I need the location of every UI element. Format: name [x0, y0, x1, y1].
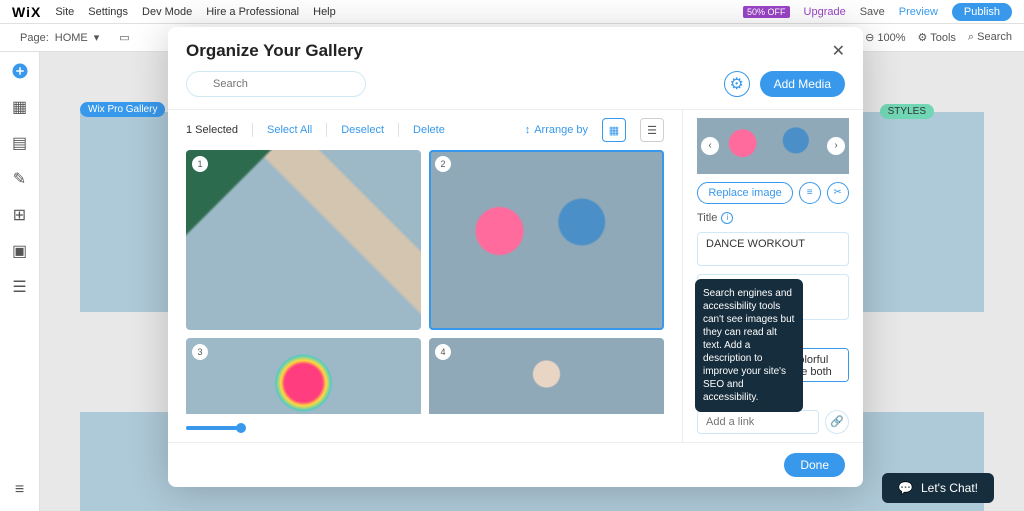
- menu-site[interactable]: Site: [55, 6, 74, 18]
- save-link[interactable]: Save: [860, 6, 885, 18]
- link-icon[interactable]: 🔗: [825, 410, 849, 434]
- gallery-thumb-3[interactable]: 3: [186, 338, 421, 414]
- design-icon[interactable]: ✎: [11, 170, 29, 188]
- gallery-thumb-1[interactable]: 1: [186, 150, 421, 330]
- zoom-level[interactable]: ⊖ 100%: [865, 31, 905, 44]
- title-input[interactable]: [697, 232, 849, 266]
- modal-title: Organize Your Gallery: [186, 41, 363, 61]
- menu-help[interactable]: Help: [313, 6, 336, 18]
- add-icon[interactable]: [11, 62, 29, 80]
- gallery-tag: Wix Pro Gallery: [80, 102, 165, 117]
- done-button[interactable]: Done: [784, 453, 845, 477]
- organize-gallery-modal: Search engines and accessibility tools c…: [168, 27, 863, 487]
- chat-icon: 💬: [898, 481, 913, 495]
- preview-image: ‹ ›: [697, 118, 849, 174]
- sections-icon[interactable]: ▦: [11, 98, 29, 116]
- chat-button[interactable]: 💬 Let's Chat!: [882, 473, 994, 503]
- page-selector[interactable]: Page: HOME ▾: [12, 29, 107, 46]
- menu-devmode[interactable]: Dev Mode: [142, 6, 192, 18]
- select-all-link[interactable]: Select All: [267, 124, 312, 136]
- gallery-thumb-2[interactable]: 2: [429, 150, 664, 330]
- info-icon[interactable]: i: [721, 212, 733, 224]
- replace-image-button[interactable]: Replace image: [697, 182, 792, 204]
- delete-link[interactable]: Delete: [413, 124, 445, 136]
- pages-icon[interactable]: ▤: [11, 134, 29, 152]
- list-view-icon[interactable]: ☰: [640, 118, 664, 142]
- close-icon[interactable]: ✕: [832, 41, 845, 61]
- styles-tag[interactable]: STYLES: [880, 104, 934, 119]
- menu-hire[interactable]: Hire a Professional: [206, 6, 299, 18]
- gallery-thumb-4[interactable]: 4: [429, 338, 664, 414]
- content-icon[interactable]: ☰: [11, 278, 29, 296]
- adjust-icon[interactable]: ≡: [799, 182, 821, 204]
- search-link[interactable]: ⌕ Search: [968, 31, 1012, 44]
- thumbnail-size-slider[interactable]: [186, 426, 241, 430]
- add-media-button[interactable]: Add Media: [760, 71, 845, 97]
- menu-settings[interactable]: Settings: [88, 6, 128, 18]
- title-label: Title: [697, 212, 717, 224]
- preview-link[interactable]: Preview: [899, 6, 938, 18]
- left-sidebar: ▦ ▤ ✎ ⊞ ▣ ☰ ≡: [0, 52, 40, 511]
- discount-badge: 50% OFF: [743, 6, 790, 18]
- link-input[interactable]: [697, 410, 819, 434]
- apps-icon[interactable]: ⊞: [11, 206, 29, 224]
- next-image-icon[interactable]: ›: [827, 137, 845, 155]
- publish-button[interactable]: Publish: [952, 3, 1012, 21]
- layers-icon[interactable]: ≡: [11, 481, 29, 499]
- grid-view-icon[interactable]: ▦: [602, 118, 626, 142]
- desktop-view-icon[interactable]: ▭: [119, 31, 129, 44]
- upgrade-link[interactable]: Upgrade: [804, 6, 846, 18]
- alt-text-tooltip: Search engines and accessibility tools c…: [695, 279, 803, 412]
- media-icon[interactable]: ▣: [11, 242, 29, 260]
- arrange-by-dropdown[interactable]: ↕ Arrange by: [525, 124, 588, 136]
- top-menu-bar: WiX Site Settings Dev Mode Hire a Profes…: [0, 0, 1024, 24]
- wix-logo: WiX: [12, 4, 41, 20]
- settings-icon[interactable]: ⚙: [724, 71, 750, 97]
- tools-link[interactable]: ⚙ Tools: [918, 31, 956, 44]
- selection-count: 1 Selected: [186, 124, 238, 136]
- chevron-down-icon: ▾: [94, 31, 100, 44]
- search-input[interactable]: [186, 71, 366, 97]
- deselect-link[interactable]: Deselect: [341, 124, 384, 136]
- crop-icon[interactable]: ✂: [827, 182, 849, 204]
- prev-image-icon[interactable]: ‹: [701, 137, 719, 155]
